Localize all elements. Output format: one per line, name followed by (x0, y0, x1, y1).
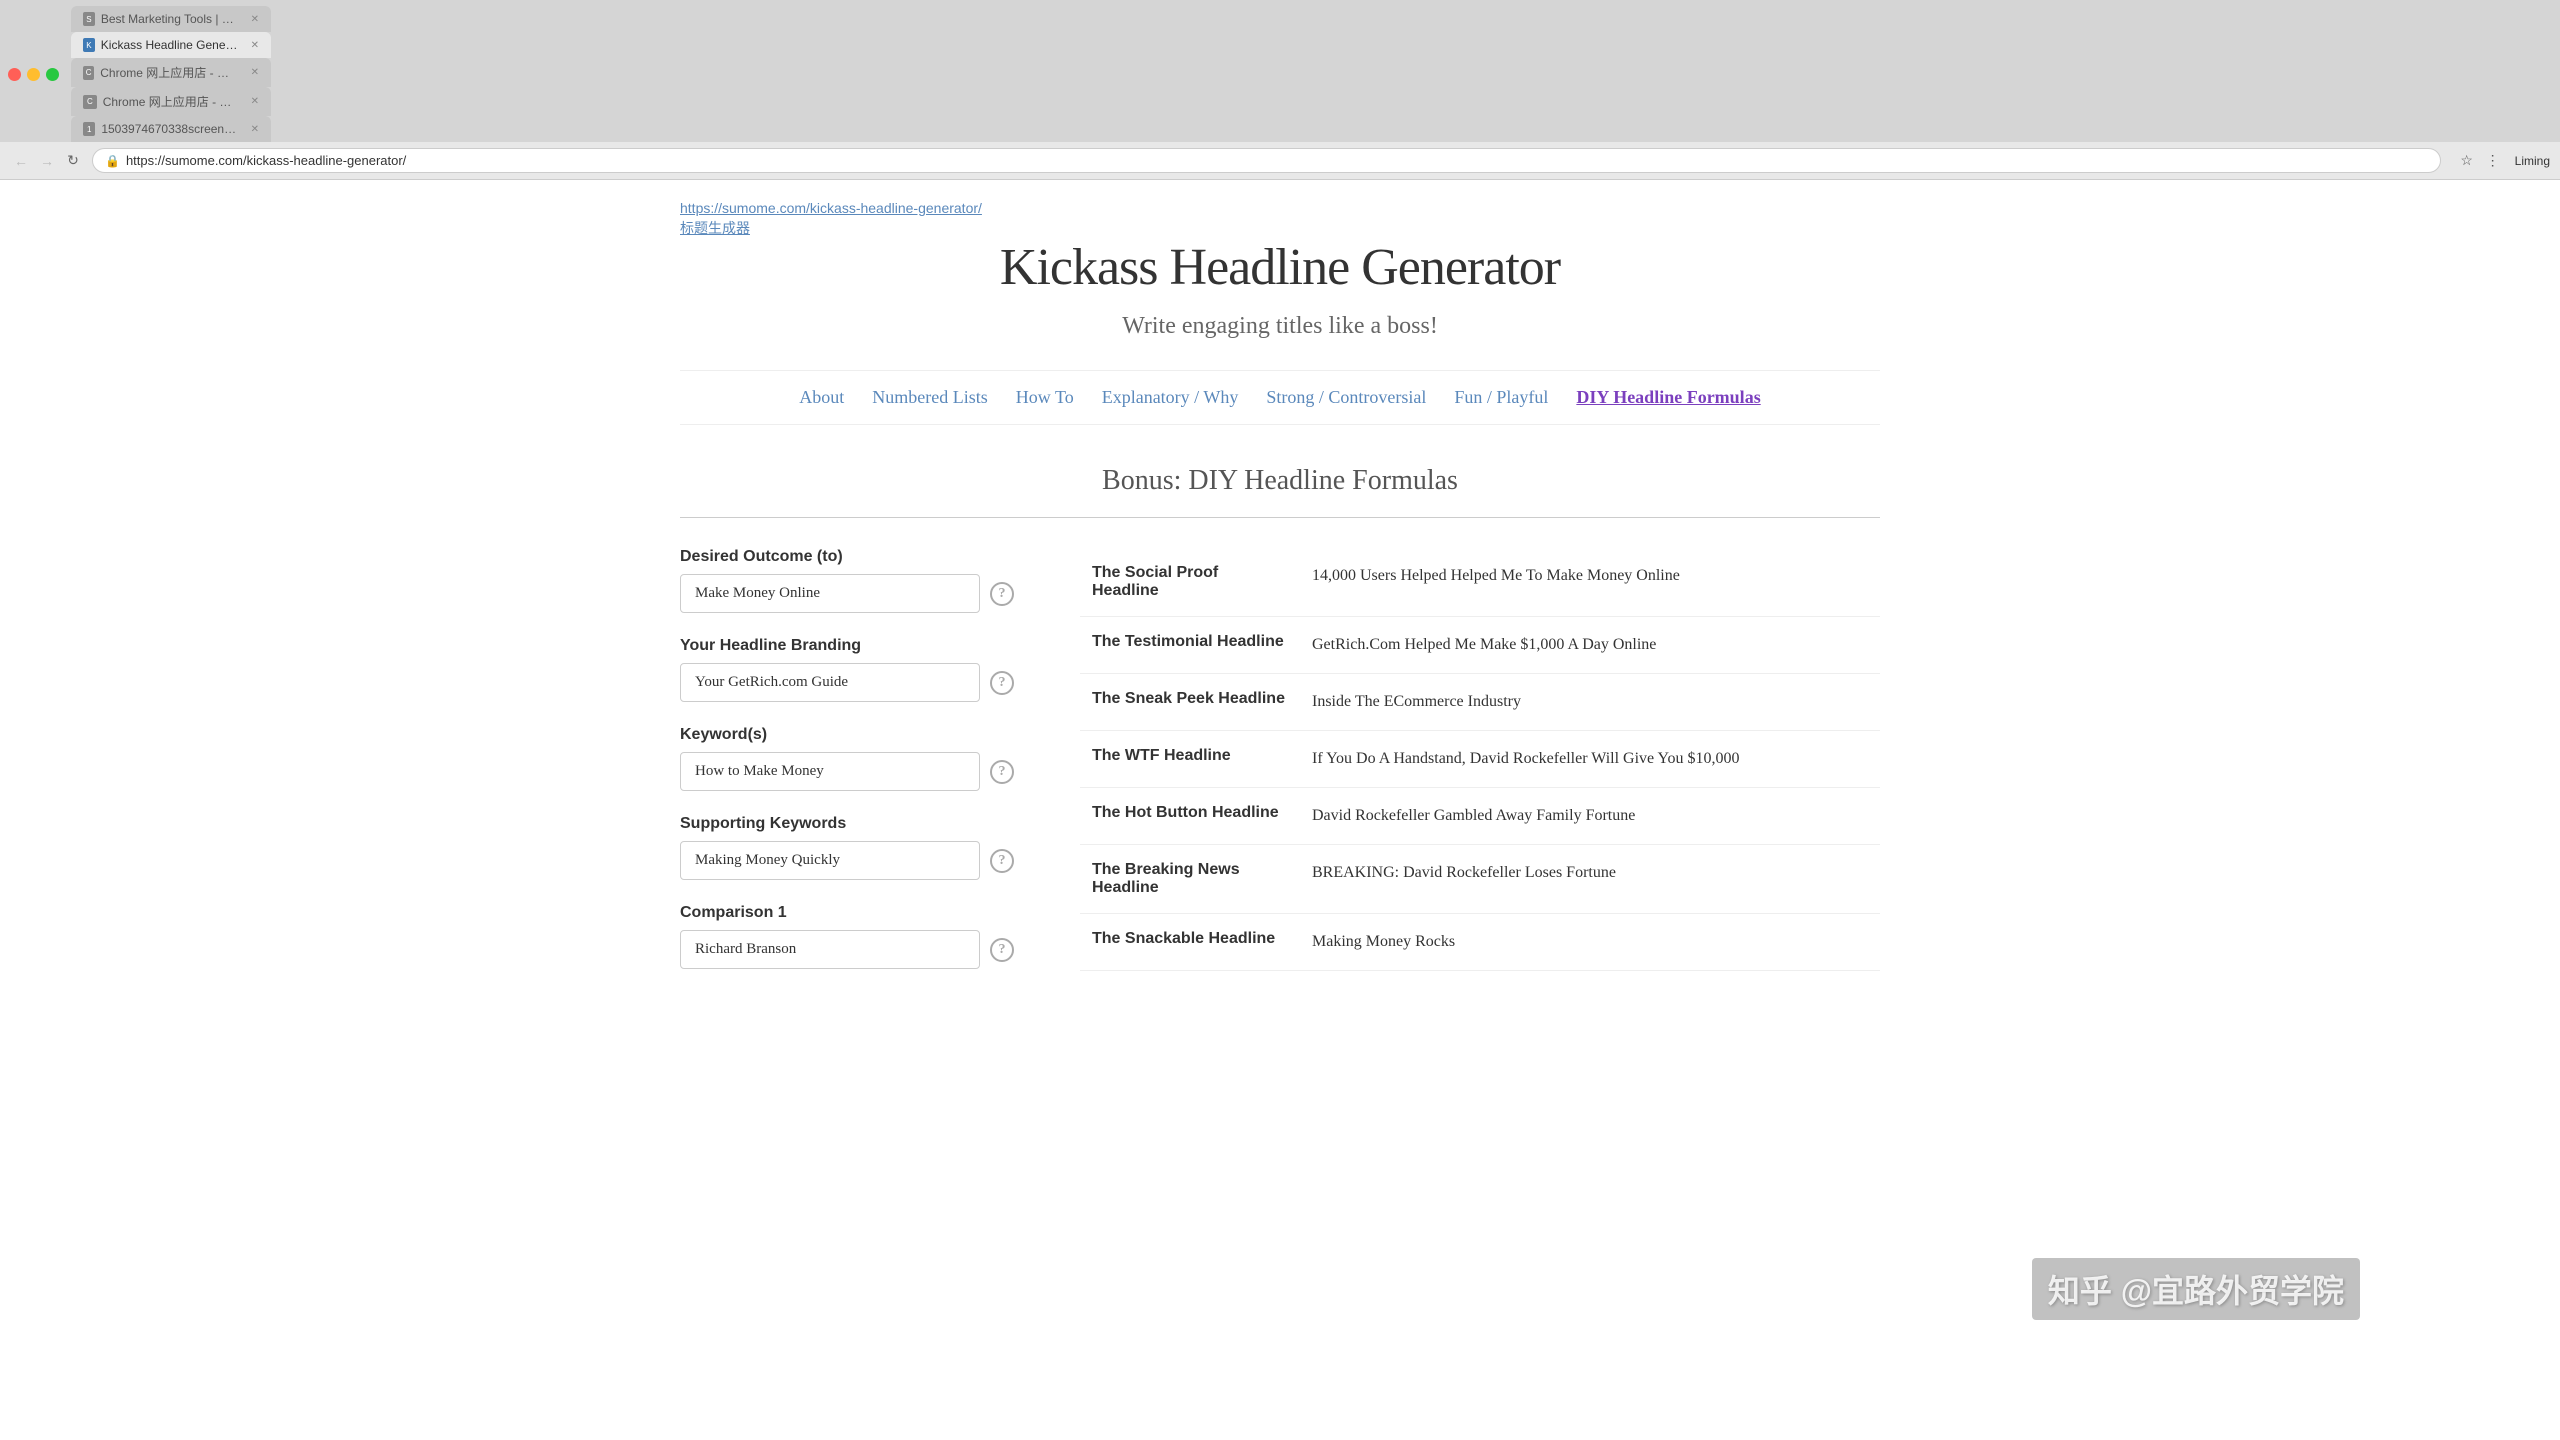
headline-type: The Social Proof Headline (1080, 548, 1300, 617)
section-title: Bonus: DIY Headline Formulas (680, 465, 1880, 497)
browser-tab-tab3[interactable]: CChrome 网上应用店 - 扩展程序...✕ (71, 58, 271, 87)
browser-tab-tab2[interactable]: KKickass Headline Generator f...✕ (71, 32, 271, 58)
comparison1-row: ? (680, 930, 1020, 969)
more-icon[interactable]: ⋮ (2483, 151, 2503, 171)
supporting-keywords-label: Supporting Keywords (680, 815, 1020, 833)
toolbar-icons: ☆ ⋮ (2457, 151, 2503, 171)
headline-result: David Rockefeller Gambled Away Family Fo… (1300, 788, 1880, 845)
comparison1-help[interactable]: ? (990, 938, 1014, 962)
main-content: Desired Outcome (to) ? Your Headline Bra… (680, 548, 1880, 993)
page-title: Kickass Headline Generator (680, 238, 1880, 297)
nav-strong-controversial[interactable]: Strong / Controversial (1266, 387, 1426, 408)
nav-explanatory-why[interactable]: Explanatory / Why (1102, 387, 1239, 408)
page-subtitle: Write engaging titles like a boss! (680, 313, 1880, 340)
minimize-button[interactable] (27, 68, 40, 81)
window-controls (8, 68, 59, 81)
nav-how-to[interactable]: How To (1016, 387, 1074, 408)
results-section: The Social Proof Headline 14,000 Users H… (1080, 548, 1880, 971)
table-row: The Snackable Headline Making Money Rock… (1080, 914, 1880, 971)
branding-row: ? (680, 663, 1020, 702)
headline-type: The Breaking News Headline (1080, 845, 1300, 914)
table-row: The Hot Button Headline David Rockefelle… (1080, 788, 1880, 845)
supporting-keywords-group: Supporting Keywords ? (680, 815, 1020, 880)
headline-result: If You Do A Handstand, David Rockefeller… (1300, 731, 1880, 788)
headline-result: Inside The ECommerce Industry (1300, 674, 1880, 731)
branding-help[interactable]: ? (990, 671, 1014, 695)
comparison1-group: Comparison 1 ? (680, 904, 1020, 969)
browser-tab-tab5[interactable]: 11503974670338screensave...✕ (71, 116, 271, 142)
breadcrumb: https://sumome.com/kickass-headline-gene… (680, 200, 1880, 238)
url-bar[interactable]: 🔒 https://sumome.com/kickass-headline-ge… (92, 148, 2441, 173)
form-section: Desired Outcome (to) ? Your Headline Bra… (680, 548, 1020, 993)
supporting-keywords-row: ? (680, 841, 1020, 880)
close-button[interactable] (8, 68, 21, 81)
headline-type: The Testimonial Headline (1080, 617, 1300, 674)
table-row: The Breaking News Headline BREAKING: Dav… (1080, 845, 1880, 914)
desired-outcome-row: ? (680, 574, 1020, 613)
browser-tab-tab4[interactable]: CChrome 网上应用店 - 翻译✕ (71, 87, 271, 116)
keywords-input[interactable] (680, 752, 980, 791)
branding-input[interactable] (680, 663, 980, 702)
tab-bar: SBest Marketing Tools | SEO T...✕KKickas… (0, 0, 2560, 142)
forward-button[interactable]: → (36, 150, 58, 172)
main-navigation: About Numbered Lists How To Explanatory … (680, 370, 1880, 425)
bookmark-icon[interactable]: ☆ (2457, 151, 2477, 171)
nav-buttons: ← → ↻ (10, 150, 84, 172)
back-button[interactable]: ← (10, 150, 32, 172)
comparison1-input[interactable] (680, 930, 980, 969)
keywords-row: ? (680, 752, 1020, 791)
page-wrapper: https://sumome.com/kickass-headline-gene… (640, 180, 1920, 1013)
desired-outcome-label: Desired Outcome (to) (680, 548, 1020, 566)
comparison1-label: Comparison 1 (680, 904, 1020, 922)
breadcrumb-link[interactable]: https://sumome.com/kickass-headline-gene… (680, 200, 1880, 216)
maximize-button[interactable] (46, 68, 59, 81)
breadcrumb-chinese[interactable]: 标题生成器 (680, 218, 1880, 238)
browser-tab-tab1[interactable]: SBest Marketing Tools | SEO T...✕ (71, 6, 271, 32)
nav-numbered-lists[interactable]: Numbered Lists (872, 387, 987, 408)
nav-fun-playful[interactable]: Fun / Playful (1454, 387, 1548, 408)
address-bar: ← → ↻ 🔒 https://sumome.com/kickass-headl… (0, 142, 2560, 179)
headline-result: BREAKING: David Rockefeller Loses Fortun… (1300, 845, 1880, 914)
headline-type: The Snackable Headline (1080, 914, 1300, 971)
branding-label: Your Headline Branding (680, 637, 1020, 655)
content-divider (680, 517, 1880, 518)
headline-type: The WTF Headline (1080, 731, 1300, 788)
desired-outcome-input[interactable] (680, 574, 980, 613)
supporting-keywords-input[interactable] (680, 841, 980, 880)
headline-result: GetRich.Com Helped Me Make $1,000 A Day … (1300, 617, 1880, 674)
desired-outcome-group: Desired Outcome (to) ? (680, 548, 1020, 613)
headline-type: The Hot Button Headline (1080, 788, 1300, 845)
nav-diy-headline-formulas[interactable]: DIY Headline Formulas (1576, 387, 1760, 408)
branding-group: Your Headline Branding ? (680, 637, 1020, 702)
desired-outcome-help[interactable]: ? (990, 582, 1014, 606)
results-table: The Social Proof Headline 14,000 Users H… (1080, 548, 1880, 971)
url-text: https://sumome.com/kickass-headline-gene… (126, 153, 406, 168)
reload-button[interactable]: ↻ (62, 150, 84, 172)
headline-result: Making Money Rocks (1300, 914, 1880, 971)
keywords-group: Keyword(s) ? (680, 726, 1020, 791)
keywords-label: Keyword(s) (680, 726, 1020, 744)
headline-result: 14,000 Users Helped Helped Me To Make Mo… (1300, 548, 1880, 617)
browser-chrome: SBest Marketing Tools | SEO T...✕KKickas… (0, 0, 2560, 180)
table-row: The Testimonial Headline GetRich.Com Hel… (1080, 617, 1880, 674)
table-row: The Sneak Peek Headline Inside The EComm… (1080, 674, 1880, 731)
table-row: The WTF Headline If You Do A Handstand, … (1080, 731, 1880, 788)
user-name: Liming (2515, 154, 2550, 168)
nav-about[interactable]: About (799, 387, 844, 408)
keywords-help[interactable]: ? (990, 760, 1014, 784)
supporting-keywords-help[interactable]: ? (990, 849, 1014, 873)
headline-type: The Sneak Peek Headline (1080, 674, 1300, 731)
tab-bar-tabs: SBest Marketing Tools | SEO T...✕KKickas… (71, 6, 271, 142)
lock-icon: 🔒 (105, 154, 120, 168)
watermark: 知乎 @宜路外贸学院 (2032, 1258, 2360, 1320)
table-row: The Social Proof Headline 14,000 Users H… (1080, 548, 1880, 617)
